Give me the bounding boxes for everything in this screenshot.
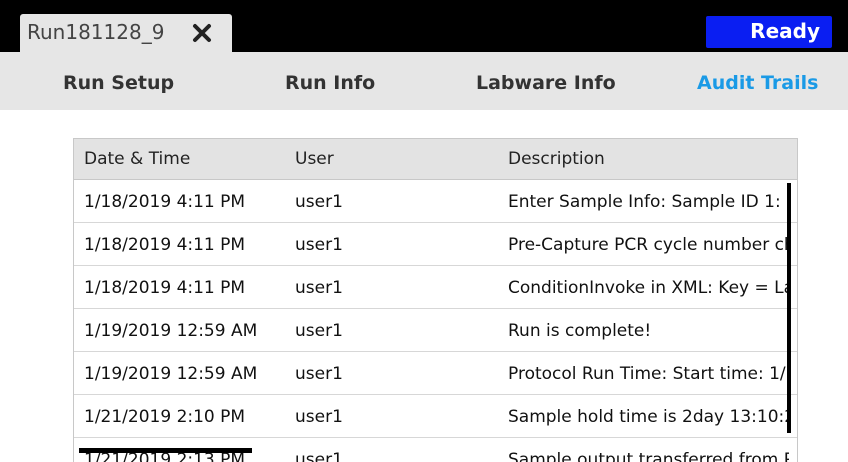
table-row[interactable]: 1/18/2019 4:11 PM user1 Enter Sample Inf… xyxy=(74,180,797,223)
table-row[interactable]: 1/18/2019 4:11 PM user1 ConditionInvoke … xyxy=(74,266,797,309)
cell-description: Sample hold time is 2day 13:10:2 xyxy=(508,407,789,427)
nav-bar: Run Setup Run Info Labware Info Audit Tr… xyxy=(0,52,848,110)
cell-user: user1 xyxy=(295,321,343,341)
redaction-bar xyxy=(79,448,252,453)
table-row[interactable]: 1/19/2019 12:59 AM user1 Run is complete… xyxy=(74,309,797,352)
tab-labware-info[interactable]: Labware Info xyxy=(476,72,616,94)
cell-user: user1 xyxy=(295,235,343,255)
cell-date: 1/19/2019 12:59 AM xyxy=(84,321,258,341)
close-icon[interactable] xyxy=(192,23,212,43)
cell-date: 1/21/2019 2:10 PM xyxy=(84,407,246,427)
cell-description: Run is complete! xyxy=(508,321,652,341)
vertical-scrollbar[interactable] xyxy=(787,183,791,433)
cell-user: user1 xyxy=(295,278,343,298)
cell-user: user1 xyxy=(295,407,343,427)
cell-date: 1/18/2019 4:11 PM xyxy=(84,235,246,255)
run-tab-title: Run181128_9 xyxy=(27,20,165,44)
cell-date: 1/19/2019 12:59 AM xyxy=(84,364,258,384)
cell-date: 1/18/2019 4:11 PM xyxy=(84,192,246,212)
table-header: Date & Time User Description xyxy=(74,138,797,180)
tab-run-setup[interactable]: Run Setup xyxy=(63,72,174,94)
tab-audit-trails[interactable]: Audit Trails xyxy=(697,72,818,94)
table-row[interactable]: 1/19/2019 12:59 AM user1 Protocol Run Ti… xyxy=(74,352,797,395)
tab-run-info[interactable]: Run Info xyxy=(285,72,375,94)
cell-date: 1/18/2019 4:11 PM xyxy=(84,278,246,298)
cell-description: ConditionInvoke in XML: Key = La xyxy=(508,278,789,298)
table-row[interactable]: 1/18/2019 4:11 PM user1 Pre-Capture PCR … xyxy=(74,223,797,266)
column-header-date[interactable]: Date & Time xyxy=(84,149,284,169)
cell-description: Pre-Capture PCR cycle number ch xyxy=(508,235,789,255)
status-badge: Ready xyxy=(706,16,832,48)
title-bar: Run181128_9 Ready xyxy=(0,0,848,52)
audit-trail-table: Date & Time User Description 1/18/2019 4… xyxy=(73,138,798,462)
run-tab[interactable]: Run181128_9 xyxy=(20,14,232,52)
table-row[interactable]: 1/21/2019 2:10 PM user1 Sample hold time… xyxy=(74,395,797,438)
column-header-description[interactable]: Description xyxy=(508,149,789,169)
cell-user: user1 xyxy=(295,364,343,384)
cell-description: Sample output transferred from P xyxy=(508,450,789,462)
cell-user: user1 xyxy=(295,450,343,462)
column-header-user[interactable]: User xyxy=(295,149,445,169)
cell-user: user1 xyxy=(295,192,343,212)
cell-description: Protocol Run Time: Start time: 1/ xyxy=(508,364,786,384)
status-label: Ready xyxy=(750,19,820,43)
cell-description: Enter Sample Info: Sample ID 1: xyxy=(508,192,781,212)
